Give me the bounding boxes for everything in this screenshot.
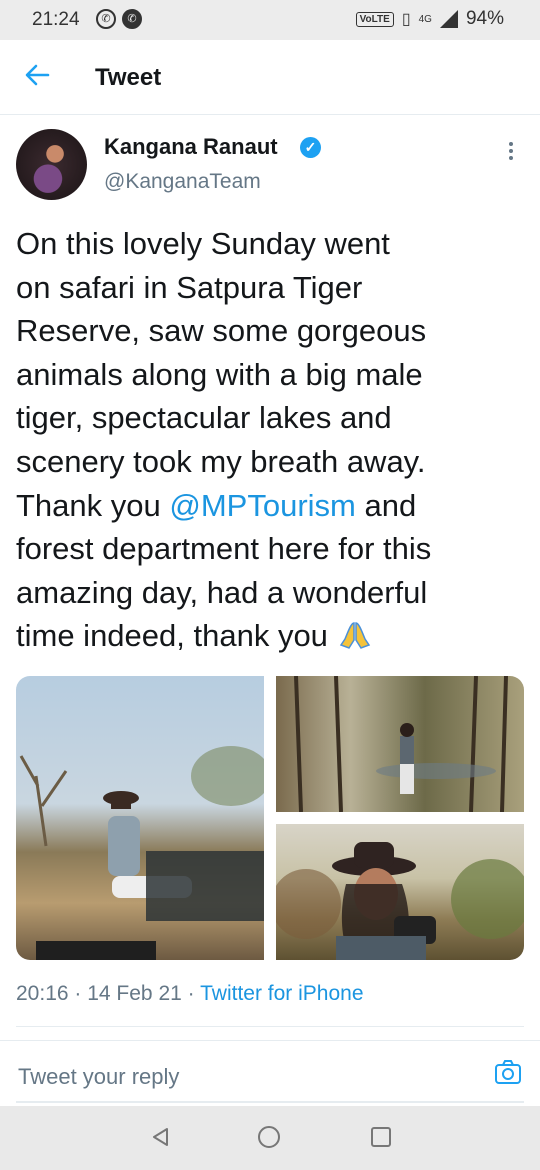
notification-icons: ✆ ✆ <box>96 9 142 29</box>
mention-link[interactable]: @MPTourism <box>169 488 355 523</box>
meta-separator: · <box>68 982 88 1005</box>
battery-level: 94% <box>465 8 504 29</box>
network-type: 4G <box>418 13 432 25</box>
photo-content <box>294 676 508 812</box>
avatar[interactable] <box>16 129 87 200</box>
camera-icon[interactable] <box>494 1059 522 1085</box>
tweet-photo-2[interactable] <box>276 676 524 812</box>
more-options-icon[interactable] <box>506 138 516 164</box>
app-bar: Tweet <box>0 40 540 115</box>
signal-icon <box>439 10 458 28</box>
status-right: VoLTE ▯ 4G 94% <box>355 8 504 30</box>
reply-input[interactable] <box>16 1063 460 1091</box>
arrow-left-icon[interactable] <box>22 60 52 90</box>
reply-bar <box>0 1040 540 1107</box>
page-title: Tweet <box>95 64 162 91</box>
author-handle[interactable]: @KanganaTeam <box>104 170 261 194</box>
folded-hands-emoji <box>339 622 370 650</box>
recents-square-icon[interactable] <box>371 1127 391 1147</box>
vibrate-icon: ▯ <box>401 11 411 28</box>
back-triangle-icon[interactable] <box>150 1126 170 1148</box>
tweet-photo-3[interactable] <box>276 824 524 960</box>
status-bar: 21:24 ✆ ✆ VoLTE ▯ 4G 94% <box>0 0 540 40</box>
home-circle-icon[interactable] <box>258 1126 280 1148</box>
verified-badge-icon: ✓ <box>300 137 321 158</box>
author-name[interactable]: Kangana Ranaut <box>104 134 278 160</box>
whatsapp-icon: ✆ <box>96 9 116 29</box>
volte-badge: VoLTE <box>355 11 394 27</box>
tweet-meta: 20:16 · 14 Feb 21 · Twitter for iPhone <box>16 982 364 1006</box>
photo-content <box>276 842 524 960</box>
tweet-text: On this lovely Sunday went on safari in … <box>16 222 524 658</box>
system-nav-bar <box>0 1106 540 1170</box>
tweet-text-part1: On this lovely Sunday went on safari in … <box>16 226 427 523</box>
status-time: 21:24 <box>32 9 80 30</box>
tweet-photo-1[interactable] <box>16 676 264 960</box>
tweet-date: 14 Feb 21 <box>87 982 182 1005</box>
meta-separator: · <box>181 982 201 1005</box>
tweet-time: 20:16 <box>16 982 69 1005</box>
photo-content <box>19 746 264 960</box>
tweet-source-link[interactable]: Twitter for iPhone <box>200 982 363 1005</box>
phone-icon: ✆ <box>122 9 142 29</box>
divider <box>16 1026 524 1027</box>
reply-underline <box>16 1101 524 1103</box>
